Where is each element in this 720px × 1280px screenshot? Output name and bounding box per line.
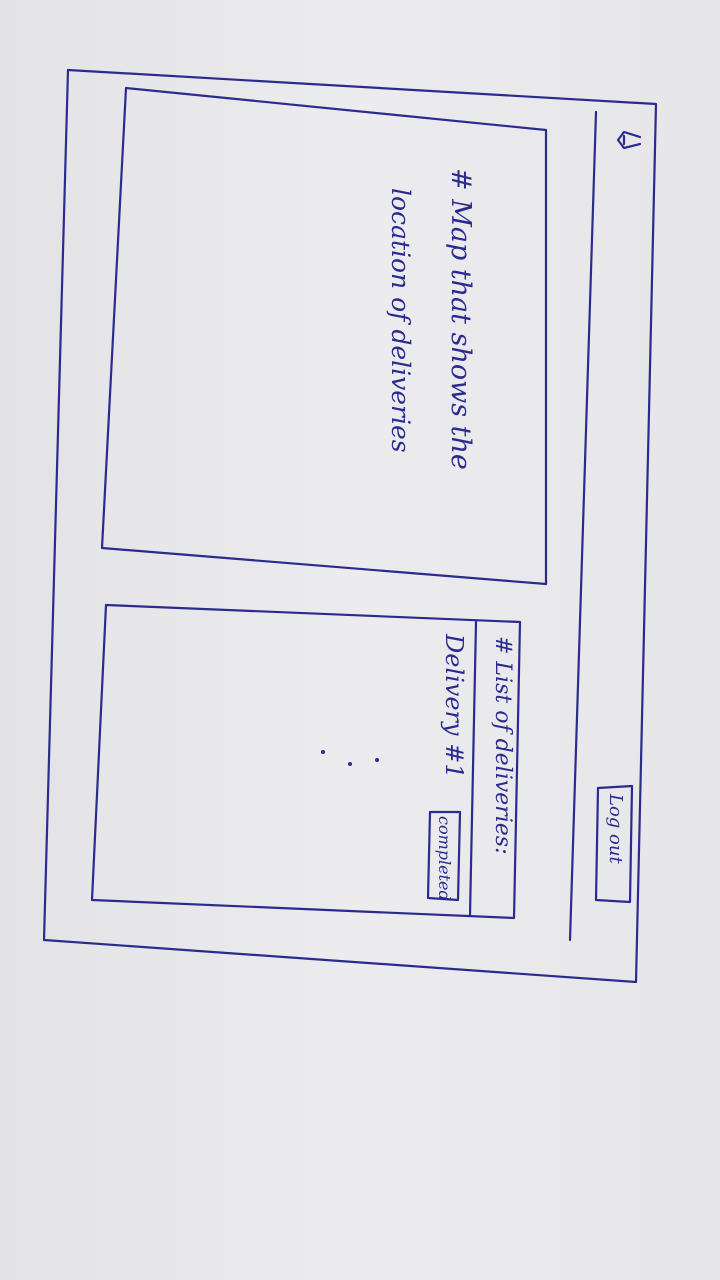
header-separator xyxy=(568,110,598,942)
map-panel xyxy=(100,86,548,586)
wireframe-sketch: # Map that shows the location of deliver… xyxy=(0,0,720,1280)
wireframe-canvas: # Map that shows the location of deliver… xyxy=(42,68,658,984)
map-caption-line1: # Map that shows the xyxy=(445,168,476,470)
delivery-item-label: Delivery #1 xyxy=(440,633,468,779)
map-caption: # Map that shows the location of deliver… xyxy=(386,168,476,470)
deliveries-title-separator xyxy=(468,620,478,917)
logout-button-label: Log out xyxy=(605,793,626,864)
map-caption-line2: location of deliveries xyxy=(386,188,415,453)
deliveries-title: # List of deliveries: xyxy=(490,636,515,854)
more-items-indicator xyxy=(321,750,379,766)
home-icon[interactable] xyxy=(616,130,642,150)
completed-button-label: completed xyxy=(435,816,454,901)
completed-button[interactable]: completed xyxy=(426,810,462,902)
outer-frame xyxy=(42,68,658,984)
logout-button[interactable]: Log out xyxy=(594,784,634,904)
